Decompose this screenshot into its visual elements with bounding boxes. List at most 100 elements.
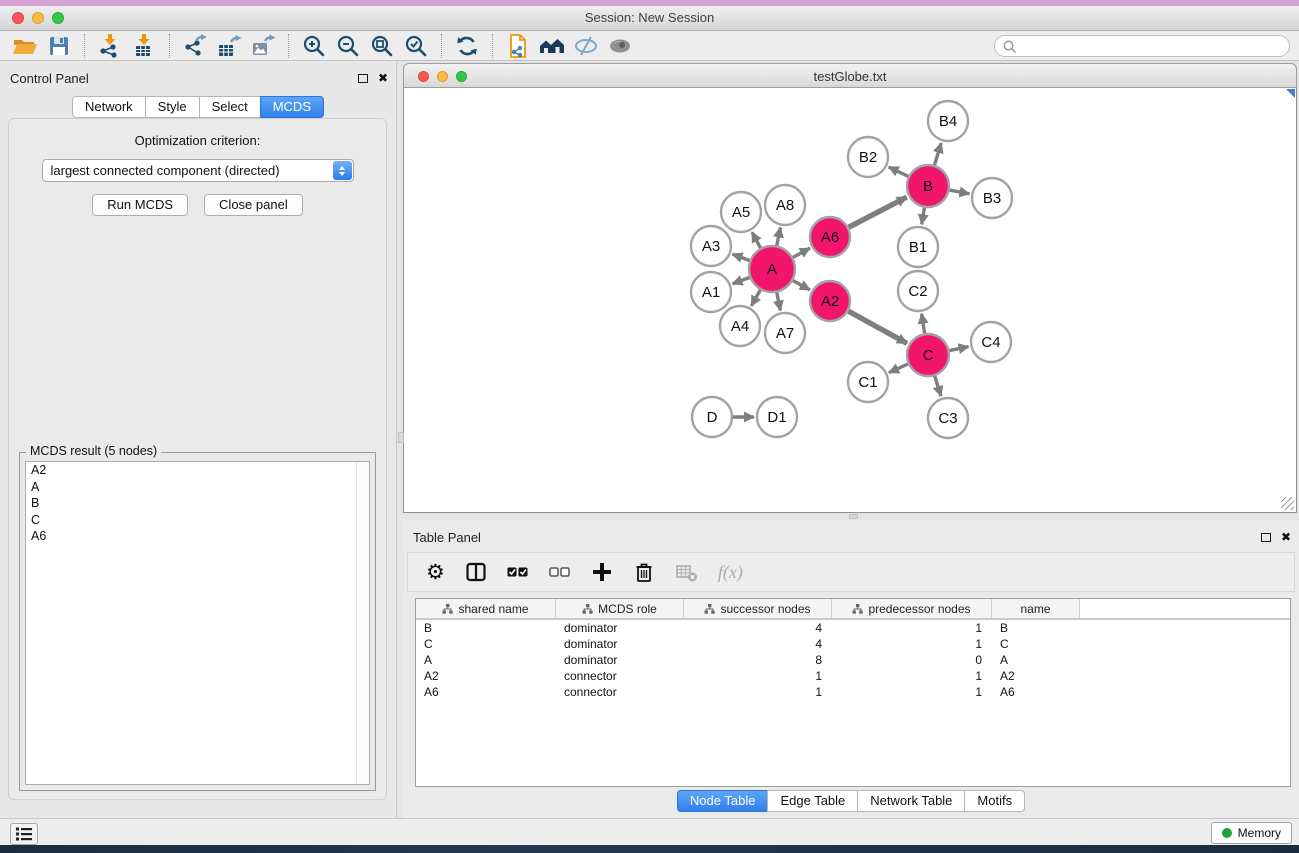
cell[interactable]: A — [992, 652, 1080, 668]
network-from-document-icon[interactable] — [501, 32, 535, 59]
tab-network-table[interactable]: Network Table — [857, 790, 965, 812]
edge-A-A8[interactable] — [777, 228, 781, 246]
select-all-rows-icon[interactable] — [507, 561, 529, 583]
table-float-panel-icon[interactable] — [1261, 533, 1271, 542]
cell[interactable]: 1 — [832, 620, 992, 636]
edge-A-A3[interactable] — [733, 254, 750, 260]
cell[interactable]: dominator — [556, 652, 684, 668]
result-item-a2[interactable]: A2 — [26, 462, 369, 479]
table-row-b[interactable]: Bdominator41B — [416, 620, 1290, 636]
cell[interactable]: 1 — [832, 668, 992, 684]
tab-style[interactable]: Style — [145, 96, 200, 118]
home-icon[interactable] — [535, 32, 569, 59]
tab-motifs[interactable]: Motifs — [964, 790, 1025, 812]
refresh-icon[interactable] — [450, 32, 484, 59]
zoom-in-icon[interactable] — [297, 32, 331, 59]
result-list-scrollbar[interactable] — [356, 462, 369, 784]
cell[interactable]: C — [416, 636, 556, 652]
cell[interactable]: connector — [556, 684, 684, 700]
cell[interactable]: A — [416, 652, 556, 668]
criterion-dropdown[interactable]: largest connected component (directed) — [42, 159, 354, 182]
cell[interactable]: A2 — [416, 668, 556, 684]
cell[interactable]: 1 — [832, 636, 992, 652]
cell[interactable]: 4 — [684, 636, 832, 652]
export-table-icon[interactable] — [212, 32, 246, 59]
tab-node-table[interactable]: Node Table — [677, 790, 769, 812]
table-row-c[interactable]: Cdominator41C — [416, 636, 1290, 652]
deselect-all-rows-icon[interactable] — [549, 561, 571, 583]
edge-B-B3[interactable] — [950, 190, 970, 194]
result-item-a6[interactable]: A6 — [26, 528, 369, 545]
show-details-eye-icon[interactable] — [603, 32, 637, 59]
tab-edge-table[interactable]: Edge Table — [767, 790, 858, 812]
table-settings-icon[interactable]: ⚙ — [426, 562, 445, 583]
import-network-icon[interactable] — [93, 32, 127, 59]
cell[interactable]: dominator — [556, 620, 684, 636]
column-header-mcds-role[interactable]: MCDS role — [556, 599, 684, 618]
hide-details-eye-icon[interactable] — [569, 32, 603, 59]
table-row-a2[interactable]: A2connector11A2 — [416, 668, 1290, 684]
edge-B-B4[interactable] — [935, 143, 942, 165]
zoom-selected-icon[interactable] — [399, 32, 433, 59]
cell[interactable]: B — [416, 620, 556, 636]
horizontal-splitter-handle[interactable] — [849, 514, 858, 519]
table-row-a[interactable]: Adominator80A — [416, 652, 1290, 668]
tab-select[interactable]: Select — [199, 96, 261, 118]
cell[interactable]: A6 — [416, 684, 556, 700]
column-header-successor-nodes[interactable]: successor nodes — [684, 599, 832, 618]
column-header-name[interactable]: name — [992, 599, 1080, 618]
search-input[interactable] — [1017, 37, 1289, 55]
task-history-button[interactable] — [10, 823, 38, 845]
edge-A-A6[interactable] — [793, 248, 810, 257]
save-session-icon[interactable] — [42, 32, 76, 59]
function-builder-icon[interactable]: f(x) — [718, 562, 743, 583]
add-column-icon[interactable] — [591, 561, 613, 583]
result-item-b[interactable]: B — [26, 495, 369, 512]
edge-A-A4[interactable] — [751, 290, 760, 306]
tab-network[interactable]: Network — [72, 96, 146, 118]
delete-table-icon[interactable] — [675, 561, 698, 583]
edge-B-B2[interactable] — [889, 167, 909, 176]
cell[interactable]: B — [992, 620, 1080, 636]
memory-button[interactable]: Memory — [1211, 822, 1292, 844]
close-panel-icon[interactable]: ✖ — [378, 72, 388, 84]
delete-column-icon[interactable] — [633, 561, 655, 583]
column-layout-icon[interactable] — [465, 561, 487, 583]
edge-A2-C[interactable] — [848, 311, 907, 343]
edge-A-A2[interactable] — [793, 281, 810, 290]
vertical-splitter-handle[interactable] — [398, 432, 404, 443]
cell[interactable]: connector — [556, 668, 684, 684]
edge-C-C3[interactable] — [935, 376, 941, 396]
zoom-fit-icon[interactable] — [365, 32, 399, 59]
export-network-icon[interactable] — [178, 32, 212, 59]
edge-C-C4[interactable] — [950, 347, 969, 351]
result-item-c[interactable]: C — [26, 512, 369, 529]
cell[interactable]: 0 — [832, 652, 992, 668]
edge-C-C1[interactable] — [889, 364, 908, 373]
run-mcds-button[interactable]: Run MCDS — [92, 194, 188, 216]
network-resize-grip[interactable] — [1281, 497, 1294, 510]
export-image-icon[interactable] — [246, 32, 280, 59]
edge-A-A7[interactable] — [777, 293, 781, 311]
table-close-panel-icon[interactable]: ✖ — [1281, 531, 1291, 543]
table-row-a6[interactable]: A6connector11A6 — [416, 684, 1290, 700]
column-header-shared-name[interactable]: shared name — [416, 599, 556, 618]
cell[interactable]: C — [992, 636, 1080, 652]
cell[interactable]: 8 — [684, 652, 832, 668]
edge-B-B1[interactable] — [922, 208, 925, 225]
tab-mcds[interactable]: MCDS — [260, 96, 324, 118]
import-table-icon[interactable] — [127, 32, 161, 59]
cell[interactable]: dominator — [556, 636, 684, 652]
column-header-predecessor-nodes[interactable]: predecessor nodes — [832, 599, 992, 618]
cell[interactable]: 4 — [684, 620, 832, 636]
edge-A-A5[interactable] — [752, 232, 761, 248]
cell[interactable]: 1 — [684, 668, 832, 684]
close-panel-button[interactable]: Close panel — [204, 194, 303, 216]
search-field[interactable] — [994, 35, 1290, 57]
network-canvas[interactable]: B4B2BB3A8A5A6A3B1AA1C2A2A4A7C4CC1C3DD1 — [403, 88, 1297, 513]
edge-A6-B[interactable] — [849, 197, 907, 227]
cell[interactable]: 1 — [684, 684, 832, 700]
cell[interactable]: A2 — [992, 668, 1080, 684]
edge-C-C2[interactable] — [922, 314, 925, 334]
cell[interactable]: A6 — [992, 684, 1080, 700]
